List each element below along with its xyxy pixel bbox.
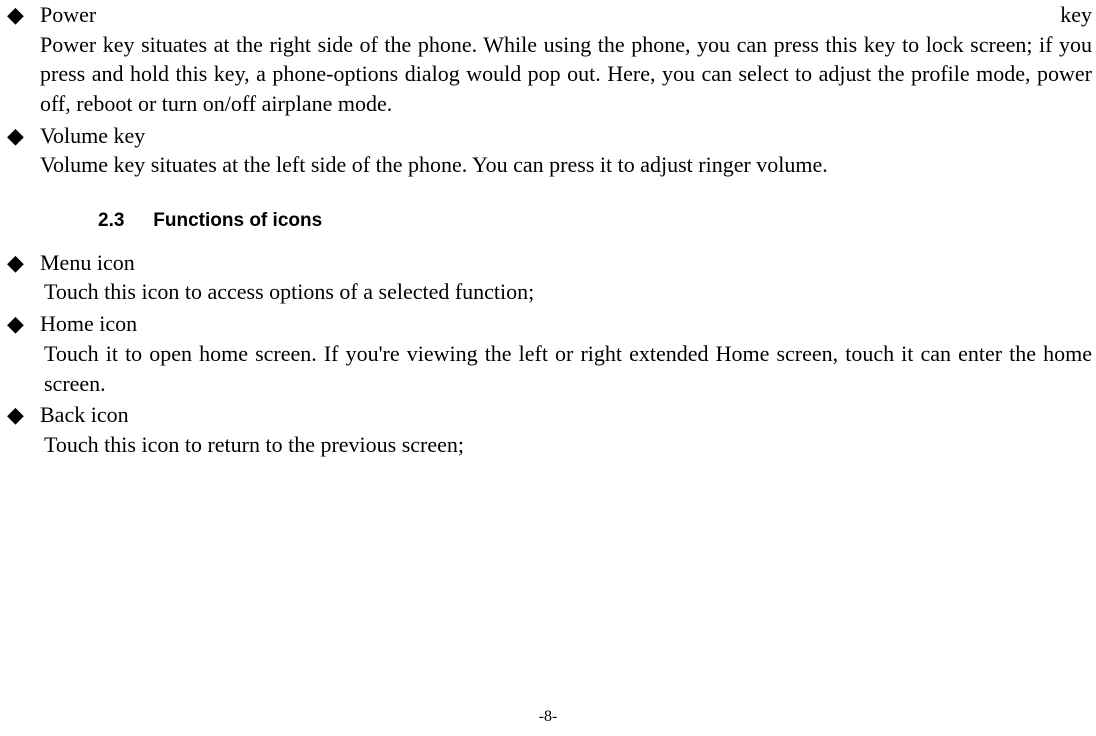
section-number: 2.3 (98, 208, 148, 234)
diamond-bullet-icon: ◆ (7, 404, 24, 426)
section-title: Functions of icons (153, 210, 322, 231)
section-heading: 2.3 Functions of icons (4, 208, 1092, 234)
bullet-item-back-icon: ◆ Back icon Touch this icon to return to… (4, 400, 1092, 459)
item-body: Power key situates at the right side of … (40, 30, 1092, 119)
item-body: Touch this icon to return to the previou… (40, 430, 1092, 460)
bullet-item-menu-icon: ◆ Menu icon Touch this icon to access op… (4, 248, 1092, 307)
diamond-bullet-icon: ◆ (7, 125, 24, 147)
item-title: Home icon (40, 309, 1092, 339)
item-title: Menu icon (40, 248, 1092, 278)
item-body: Volume key situates at the left side of … (40, 150, 1092, 180)
item-title-row: Power key (40, 0, 1092, 30)
item-body: Touch this icon to access options of a s… (40, 277, 1092, 307)
bullet-item-home-icon: ◆ Home icon Touch it to open home screen… (4, 309, 1092, 398)
diamond-bullet-icon: ◆ (7, 252, 24, 274)
diamond-bullet-icon: ◆ (7, 4, 24, 26)
item-title-left: Power (40, 0, 96, 30)
item-body: Touch it to open home screen. If you're … (40, 339, 1092, 398)
first-bullet-list: ◆ Power key Power key situates at the ri… (4, 0, 1092, 180)
item-title-right: key (1060, 0, 1092, 30)
bullet-item-power-key: ◆ Power key Power key situates at the ri… (4, 0, 1092, 119)
second-bullet-list: ◆ Menu icon Touch this icon to access op… (4, 248, 1092, 460)
bullet-item-volume-key: ◆ Volume key Volume key situates at the … (4, 121, 1092, 180)
diamond-bullet-icon: ◆ (7, 313, 24, 335)
item-title: Back icon (40, 400, 1092, 430)
item-title: Volume key (40, 121, 1092, 151)
page-number: -8- (0, 706, 1096, 728)
